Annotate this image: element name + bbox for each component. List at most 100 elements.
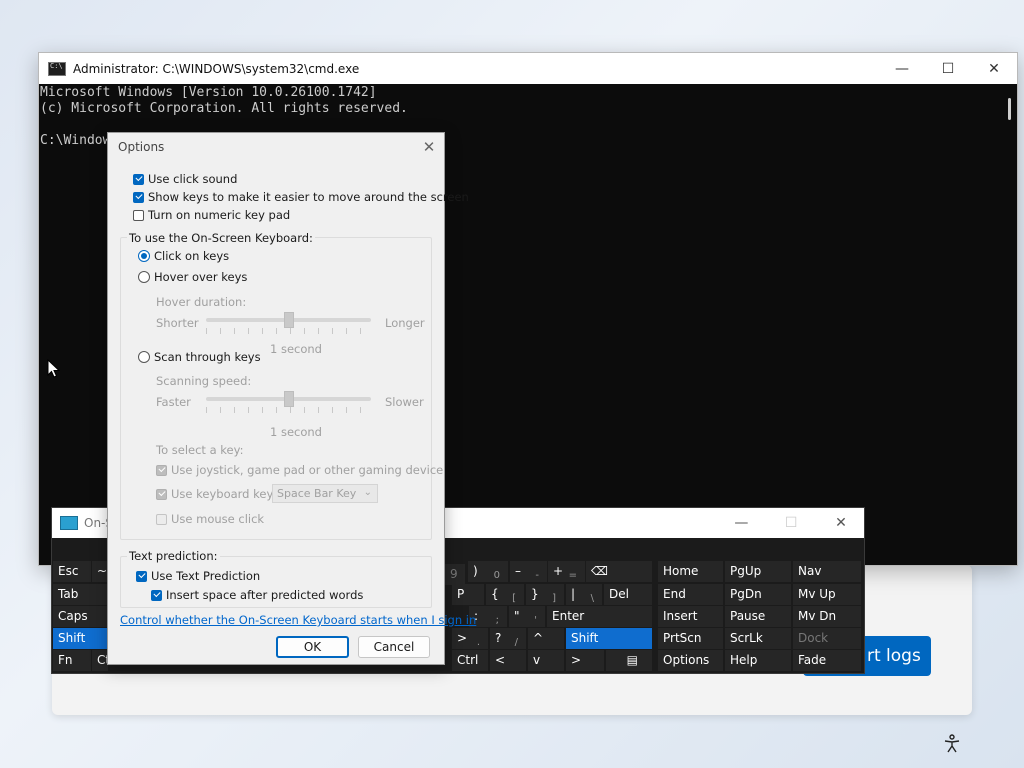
show-keys-label: Show keys to make it easier to move arou… <box>148 190 469 204</box>
checkbox-checked-icon <box>151 589 162 601</box>
key-p[interactable]: P <box>452 584 484 605</box>
key-brace-close-label: } <box>531 587 539 601</box>
click-on-keys-radio[interactable]: Click on keys <box>138 249 229 263</box>
key-minus[interactable]: – - <box>510 561 547 582</box>
key-arrow-left[interactable]: < <box>490 650 526 671</box>
osk-minimize-button[interactable]: — <box>718 515 764 531</box>
use-text-prediction-checkbox[interactable]: Use Text Prediction <box>136 569 260 583</box>
cmd-close-button[interactable]: ✕ <box>971 53 1017 84</box>
hover-over-keys-label: Hover over keys <box>154 270 248 284</box>
checkbox-disabled-checked-icon <box>156 488 167 500</box>
use-keyboard-key-label: Use keyboard key <box>171 487 274 501</box>
cmd-scrollbar[interactable] <box>1001 84 1017 565</box>
key-question[interactable]: ? / <box>490 628 526 649</box>
key-esc[interactable]: Esc <box>53 561 91 582</box>
osk-close-button[interactable]: ✕ <box>818 515 864 531</box>
key-plus[interactable]: + = <box>548 561 585 582</box>
key-fade[interactable]: Fade <box>793 650 861 671</box>
keyboard-key-value: Space Bar Key <box>277 487 357 500</box>
key-mvdn[interactable]: Mv Dn <box>793 606 861 627</box>
key-brace-open-label: { <box>491 587 499 601</box>
options-title-bar[interactable]: Options ✕ <box>108 133 444 161</box>
checkbox-disabled-unchecked-icon <box>156 513 167 525</box>
key-brace-close[interactable]: }] <box>526 584 564 605</box>
console-line: Microsoft Windows [Version 10.0.26100.17… <box>40 85 377 100</box>
options-close-button[interactable]: ✕ <box>414 138 444 156</box>
key-backspace[interactable]: ⌫ <box>586 561 652 582</box>
use-click-sound-label: Use click sound <box>148 172 238 186</box>
use-click-sound-checkbox[interactable]: Use click sound <box>133 172 237 186</box>
scanning-speed-slider-thumb <box>283 391 294 407</box>
chevron-down-icon: ⌄ <box>363 487 372 498</box>
key-nav[interactable]: Nav <box>793 561 861 582</box>
key-backslash-label: \ <box>590 593 594 604</box>
select-key-label: To select a key: <box>156 443 244 457</box>
key-ctrl-right[interactable]: Ctrl <box>452 650 488 671</box>
hover-over-keys-radio[interactable]: Hover over keys <box>138 270 247 284</box>
key-zero[interactable]: ) 0 <box>468 561 508 582</box>
signin-startup-link[interactable]: Control whether the On-Screen Keyboard s… <box>120 613 476 627</box>
show-keys-checkbox[interactable]: Show keys to make it easier to move arou… <box>133 190 469 204</box>
key-zero-label: 0 <box>493 570 500 581</box>
key-home[interactable]: Home <box>658 561 723 582</box>
key-quote-label: " <box>514 609 520 623</box>
mouse-pointer-icon <box>47 359 61 378</box>
key-pgdn[interactable]: PgDn <box>725 584 791 605</box>
key-brace-open[interactable]: {[ <box>486 584 524 605</box>
checkbox-checked-icon <box>133 173 144 185</box>
cmd-title-bar[interactable]: Administrator: C:\WINDOWS\system32\cmd.e… <box>39 53 1017 84</box>
key-ctrl-left[interactable]: Ct <box>92 650 110 671</box>
key-help[interactable]: Help <box>725 650 791 671</box>
key-tilde[interactable]: ~ <box>92 561 108 582</box>
key-mvup[interactable]: Mv Up <box>793 584 861 605</box>
key-arrow-up[interactable]: ^ <box>528 628 564 649</box>
key-pause[interactable]: Pause <box>725 606 791 627</box>
numeric-pad-checkbox[interactable]: Turn on numeric key pad <box>133 208 290 222</box>
key-end[interactable]: End <box>658 584 723 605</box>
use-mouse-click-label: Use mouse click <box>171 512 265 526</box>
insert-space-checkbox[interactable]: Insert space after predicted words <box>151 588 363 602</box>
options-dialog-title: Options <box>118 140 165 154</box>
key-nine[interactable]: 9 <box>445 564 465 585</box>
key-scrlk[interactable]: ScrLk <box>725 628 791 649</box>
scan-through-keys-radio[interactable]: Scan through keys <box>138 350 261 364</box>
key-bracket-open-label: [ <box>512 593 516 604</box>
checkbox-disabled-checked-icon <box>156 464 167 476</box>
accessibility-icon[interactable] <box>942 734 962 754</box>
cancel-button[interactable]: Cancel <box>358 636 430 658</box>
key-tab[interactable]: Tab <box>53 584 108 605</box>
key-options[interactable]: Options <box>658 650 723 671</box>
key-shift-right[interactable]: Shift <box>566 628 652 649</box>
cmd-scrollbar-thumb[interactable] <box>1008 98 1011 120</box>
hover-duration-slider-thumb <box>283 312 294 328</box>
key-semicolon-label: ; <box>495 615 499 626</box>
key-pgup[interactable]: PgUp <box>725 561 791 582</box>
use-mouse-click-checkbox: Use mouse click <box>156 512 264 526</box>
radio-unselected-icon <box>138 351 150 363</box>
key-insert[interactable]: Insert <box>658 606 723 627</box>
key-enter[interactable]: Enter <box>547 606 652 627</box>
key-arrow-right[interactable]: > <box>566 650 604 671</box>
cmd-maximize-button[interactable]: ☐ <box>925 53 971 84</box>
key-prtscn[interactable]: PrtScn <box>658 628 723 649</box>
key-pipe[interactable]: | \ <box>566 584 602 605</box>
key-minus-label: – <box>515 564 521 578</box>
key-greater[interactable]: >. <box>452 628 488 649</box>
key-greater-label: > <box>457 631 468 645</box>
key-caps[interactable]: Caps <box>53 606 108 627</box>
key-dock: Dock <box>793 628 861 649</box>
ok-button[interactable]: OK <box>276 636 349 658</box>
numeric-pad-label: Turn on numeric key pad <box>148 208 291 222</box>
osk-maximize-button: ☐ <box>784 515 798 531</box>
key-fn[interactable]: Fn <box>53 650 91 671</box>
scan-slower-label: Slower <box>385 395 424 409</box>
hover-duration-value: 1 second <box>270 342 322 356</box>
key-del[interactable]: Del <box>604 584 652 605</box>
key-arrow-down[interactable]: v <box>528 650 564 671</box>
console-line: (c) Microsoft Corporation. All rights re… <box>40 101 408 116</box>
key-menu[interactable]: ▤ <box>606 650 652 671</box>
key-shift-left[interactable]: Shift <box>53 628 108 649</box>
key-quote[interactable]: " ' <box>509 606 545 627</box>
cmd-minimize-button[interactable]: — <box>879 53 925 84</box>
cmd-window-title: Administrator: C:\WINDOWS\system32\cmd.e… <box>73 61 360 76</box>
